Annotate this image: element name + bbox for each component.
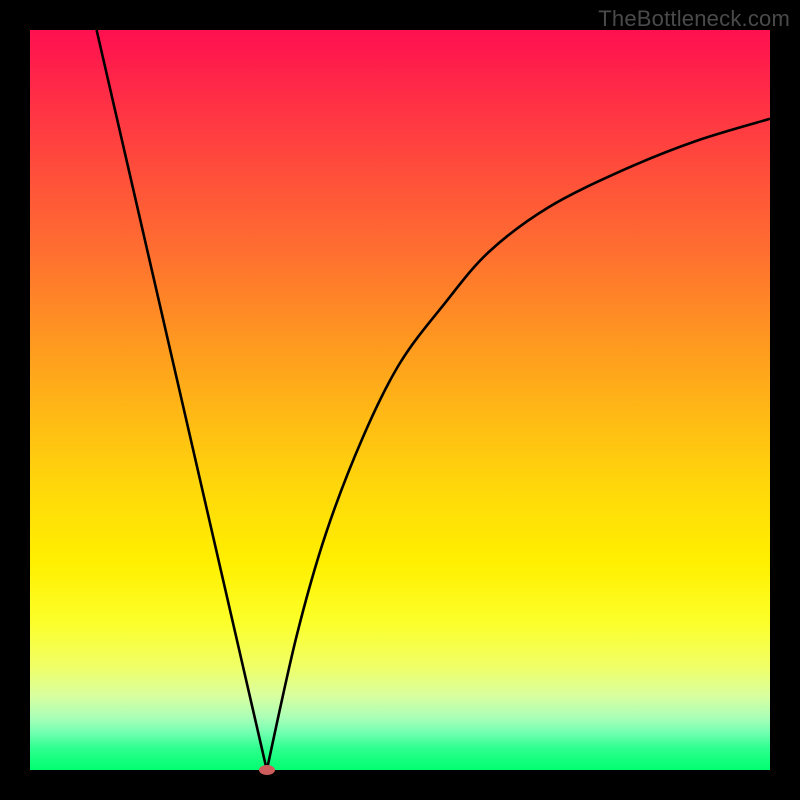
chart-plot-area [30, 30, 770, 770]
chart-curve [97, 30, 770, 770]
watermark-text: TheBottleneck.com [598, 6, 790, 32]
chart-frame: TheBottleneck.com [0, 0, 800, 800]
minimum-marker [259, 765, 275, 775]
chart-curve-svg [30, 30, 770, 770]
